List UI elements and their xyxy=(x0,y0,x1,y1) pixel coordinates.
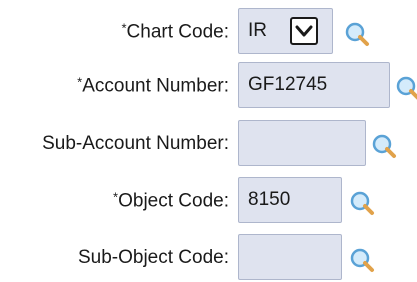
sub-account-number-input[interactable] xyxy=(238,120,366,166)
chart-code-select[interactable]: IR xyxy=(238,8,333,54)
search-icon[interactable] xyxy=(395,75,417,101)
account-number-row: *Account Number: GF12745 xyxy=(0,62,417,110)
search-icon[interactable] xyxy=(349,247,375,273)
sub-object-code-label: Sub-Object Code: xyxy=(77,247,229,268)
object-code-value: 8150 xyxy=(248,189,291,210)
account-lookup-form: *Chart Code: IR *Account Number: GF12745… xyxy=(0,0,417,280)
chart-code-value: IR xyxy=(248,20,267,41)
sub-object-code-row: Sub-Object Code: xyxy=(0,234,417,282)
search-icon[interactable] xyxy=(371,133,397,159)
chart-code-row: *Chart Code: IR xyxy=(0,8,417,56)
object-code-label: *Object Code: xyxy=(113,189,229,212)
sub-object-code-input[interactable] xyxy=(238,234,342,280)
search-icon[interactable] xyxy=(344,21,370,47)
chart-code-label: *Chart Code: xyxy=(121,20,229,43)
object-code-input[interactable]: 8150 xyxy=(238,177,342,223)
sub-account-number-label: Sub-Account Number: xyxy=(42,133,229,154)
search-icon[interactable] xyxy=(349,190,375,216)
sub-account-number-row: Sub-Account Number: xyxy=(0,120,417,168)
account-number-label: *Account Number: xyxy=(77,74,229,97)
account-number-input[interactable]: GF12745 xyxy=(238,62,390,108)
chevron-down-icon[interactable] xyxy=(290,17,318,45)
account-number-value: GF12745 xyxy=(248,74,328,95)
object-code-row: *Object Code: 8150 xyxy=(0,177,417,225)
